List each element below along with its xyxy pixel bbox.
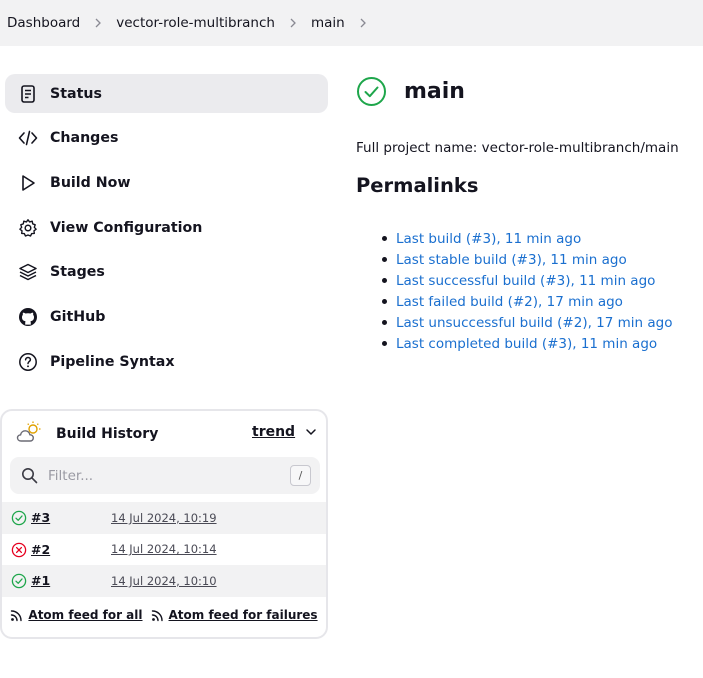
permalink-last-stable-build[interactable]: Last stable build (#3), 11 min ago (396, 252, 627, 268)
permalink-item: Last stable build (#3), 11 min ago (382, 249, 673, 270)
rss-icon (11, 609, 23, 621)
weather-partly-cloudy-icon (16, 420, 42, 448)
permalink-item: Last completed build (#3), 11 min ago (382, 333, 673, 354)
build-list: #3 14 Jul 2024, 10:19 #2 14 Jul 2024, 10… (2, 502, 326, 597)
build-row: #2 14 Jul 2024, 10:14 (2, 534, 326, 566)
branch-name-heading: main (404, 79, 465, 104)
bullet (382, 341, 387, 346)
failure-x-icon (11, 542, 27, 557)
permalink-item: Last unsuccessful build (#2), 17 min ago (382, 312, 673, 333)
gear-icon (17, 217, 39, 239)
atom-feed-failures-link[interactable]: Atom feed for failures (151, 608, 318, 622)
breadcrumb-branch[interactable]: main (311, 15, 345, 31)
bullet (382, 320, 387, 325)
task-label: Changes (50, 130, 119, 147)
permalink-last-unsuccessful-build[interactable]: Last unsuccessful build (#2), 17 min ago (396, 315, 673, 331)
bullet (382, 278, 387, 283)
permalinks-list: Last build (#3), 11 min ago Last stable … (382, 228, 673, 354)
task-changes[interactable]: Changes (5, 119, 328, 158)
bullet (382, 299, 387, 304)
task-view-configuration[interactable]: View Configuration (5, 208, 328, 247)
permalink-item: Last successful build (#3), 11 min ago (382, 270, 673, 291)
keyboard-shortcut-hint: / (290, 465, 311, 486)
github-icon (17, 306, 39, 328)
document-icon (17, 83, 39, 105)
permalink-last-build[interactable]: Last build (#3), 11 min ago (396, 231, 581, 247)
task-label: Stages (50, 264, 105, 281)
search-icon (22, 468, 38, 484)
build-number-link[interactable]: #1 (31, 573, 50, 588)
atom-feed-failures-label: Atom feed for failures (168, 608, 318, 622)
task-label: Build Now (50, 174, 131, 191)
permalink-last-completed-build[interactable]: Last completed build (#3), 11 min ago (396, 336, 657, 352)
permalink-item: Last build (#3), 11 min ago (382, 228, 673, 249)
build-number-link[interactable]: #2 (31, 542, 50, 557)
play-icon (17, 172, 39, 194)
side-panel-tasks: Status Changes Build Now View Configurat… (5, 74, 328, 387)
permalink-last-failed-build[interactable]: Last failed build (#2), 17 min ago (396, 294, 623, 310)
task-label: Status (50, 85, 102, 102)
task-status[interactable]: Status (5, 74, 328, 113)
task-label: GitHub (50, 308, 106, 325)
bullet (382, 236, 387, 241)
help-circle-icon (17, 351, 39, 373)
build-date-link[interactable]: 14 Jul 2024, 10:14 (111, 542, 217, 556)
success-check-icon (11, 573, 27, 589)
success-check-icon (11, 510, 27, 526)
atom-feed-all-label: Atom feed for all (28, 608, 143, 622)
code-icon (17, 127, 39, 149)
rss-icon (151, 609, 163, 621)
task-github[interactable]: GitHub (5, 297, 328, 336)
chevron-down-icon[interactable] (305, 426, 317, 438)
chevron-right-icon[interactable] (275, 17, 311, 29)
layers-icon (17, 261, 39, 283)
atom-feeds: Atom feed for all Atom feed for failures (2, 608, 326, 622)
build-row: #1 14 Jul 2024, 10:10 (2, 565, 326, 597)
trend-link[interactable]: trend (252, 424, 317, 440)
chevron-right-icon[interactable] (80, 17, 116, 29)
permalink-last-successful-build[interactable]: Last successful build (#3), 11 min ago (396, 273, 655, 289)
build-history-header: Build History trend (2, 411, 326, 457)
atom-feed-all-link[interactable]: Atom feed for all (10, 608, 143, 622)
build-number-link[interactable]: #3 (31, 510, 50, 525)
full-project-name: Full project name: vector-role-multibran… (356, 140, 679, 156)
build-date-link[interactable]: 14 Jul 2024, 10:19 (111, 511, 217, 525)
build-filter-input[interactable] (48, 467, 278, 484)
trend-label: trend (252, 424, 296, 440)
build-filter-box: / (10, 457, 320, 494)
build-history-panel: Build History trend / #3 14 Jul 2024, 10… (0, 409, 328, 639)
breadcrumb: Dashboard vector-role-multibranch main (0, 0, 703, 46)
task-stages[interactable]: Stages (5, 253, 328, 292)
success-check-icon (357, 77, 386, 106)
task-label: Pipeline Syntax (50, 353, 175, 370)
build-row: #3 14 Jul 2024, 10:19 (2, 502, 326, 534)
chevron-right-icon[interactable] (345, 17, 381, 29)
page-title: main (356, 76, 465, 107)
build-history-title: Build History (56, 426, 159, 442)
permalinks-heading: Permalinks (356, 174, 479, 197)
permalink-item: Last failed build (#2), 17 min ago (382, 291, 673, 312)
breadcrumb-project[interactable]: vector-role-multibranch (116, 15, 275, 31)
breadcrumb-dashboard[interactable]: Dashboard (7, 15, 80, 31)
task-build-now[interactable]: Build Now (5, 163, 328, 202)
task-label: View Configuration (50, 219, 203, 236)
build-date-link[interactable]: 14 Jul 2024, 10:10 (111, 574, 217, 588)
task-pipeline-syntax[interactable]: Pipeline Syntax (5, 342, 328, 381)
bullet (382, 257, 387, 262)
